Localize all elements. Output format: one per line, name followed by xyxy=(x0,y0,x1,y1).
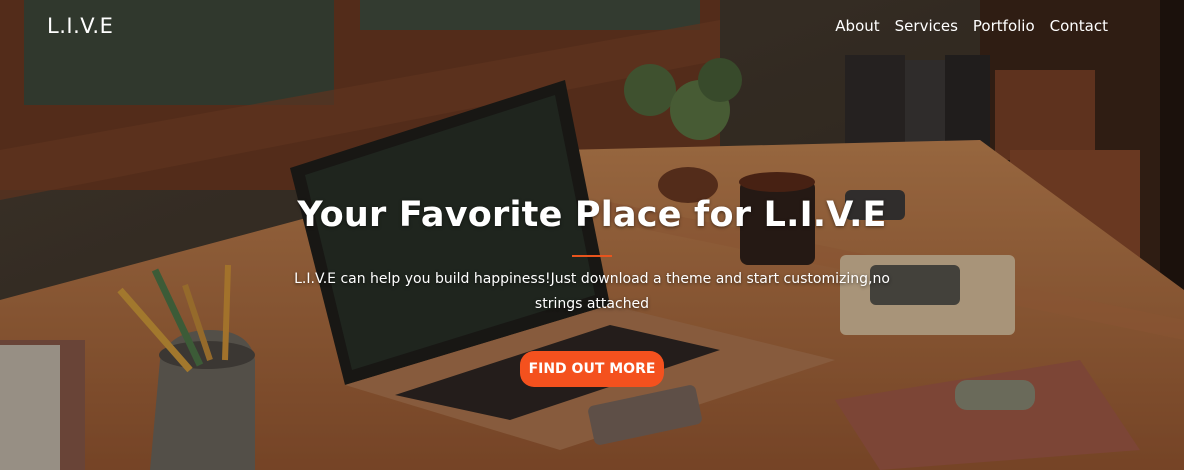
navbar: L.I.V.E About Services Portfolio Contact xyxy=(0,0,1184,54)
hero-section: L.I.V.E About Services Portfolio Contact… xyxy=(0,0,1184,470)
nav-links: About Services Portfolio Contact xyxy=(835,17,1108,35)
nav-link-about[interactable]: About xyxy=(835,17,879,35)
nav-link-portfolio[interactable]: Portfolio xyxy=(973,17,1035,35)
nav-link-services[interactable]: Services xyxy=(895,17,958,35)
find-out-more-button[interactable]: FIND OUT MORE xyxy=(519,351,665,387)
nav-link-contact[interactable]: Contact xyxy=(1050,17,1108,35)
brand-logo[interactable]: L.I.V.E xyxy=(47,14,113,38)
hero-title: Your Favorite Place for L.I.V.E xyxy=(297,195,887,235)
hero-subtitle: L.I.V.E can help you build happiness!Jus… xyxy=(294,271,890,312)
hero-content: Your Favorite Place for L.I.V.E L.I.V.E … xyxy=(0,195,1184,387)
title-divider xyxy=(572,255,612,257)
